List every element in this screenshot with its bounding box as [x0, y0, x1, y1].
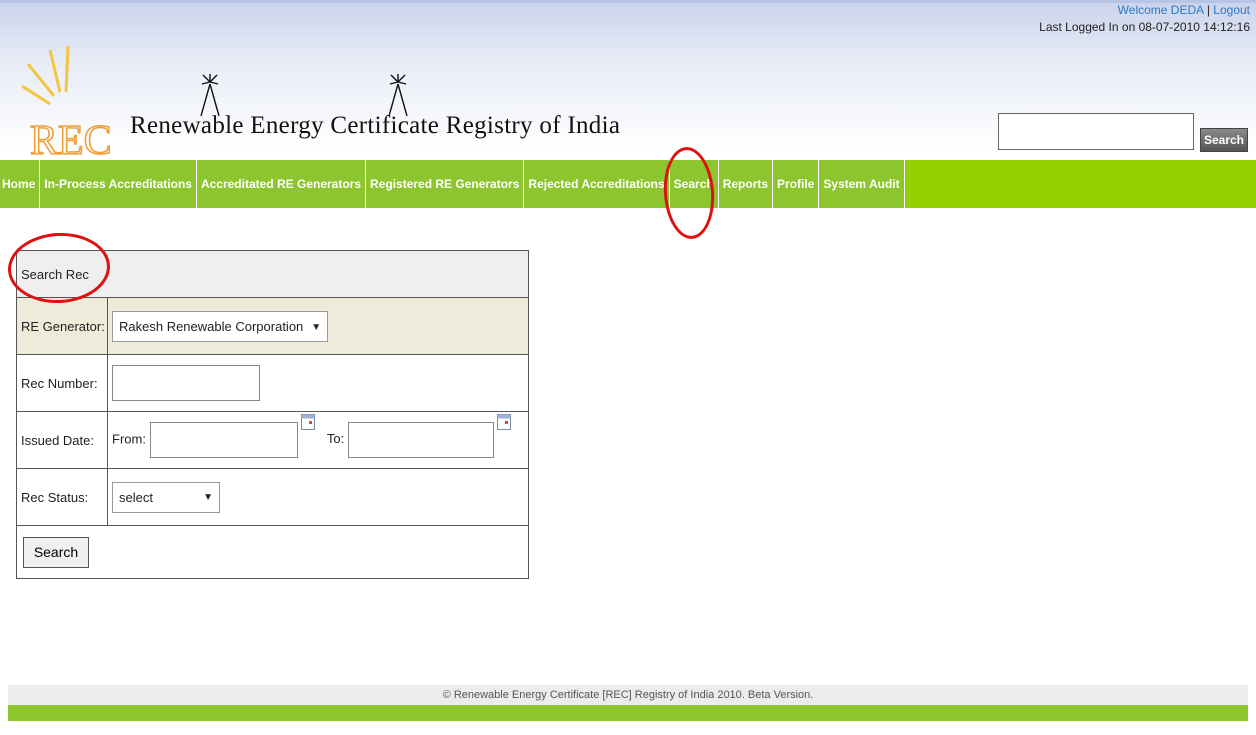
rec-number-label: Rec Number: — [16, 354, 108, 412]
form-title: Search Rec — [16, 250, 529, 298]
user-info: Welcome DEDA | Logout Last Logged In on … — [1039, 2, 1250, 36]
nav-item-profile[interactable]: Profile — [773, 160, 820, 208]
nav-item-accreditated-re-generators[interactable]: Accreditated RE Generators — [197, 160, 367, 208]
nav-item-rejected-accreditations[interactable]: Rejected Accreditations — [524, 160, 670, 208]
site-title: Renewable Energy Certificate Registry of… — [130, 112, 621, 139]
search-rec-form: Search Rec RE Generator: Rakesh Renewabl… — [16, 250, 529, 579]
calendar-icon[interactable] — [497, 414, 512, 430]
search-button[interactable]: Search — [23, 536, 89, 568]
re-generator-label: RE Generator: — [16, 297, 108, 355]
re-generator-value: Rakesh Renewable Corporation — [119, 318, 304, 334]
svg-text:REC: REC — [30, 118, 112, 160]
rec-logo-icon: REC — [21, 45, 112, 160]
main-nav: Home In-Process Accreditations Accredita… — [0, 160, 1256, 208]
rec-status-select[interactable]: select ▼ — [112, 481, 220, 513]
separator: | — [1206, 3, 1210, 17]
nav-item-in-process-accreditations[interactable]: In-Process Accreditations — [40, 160, 197, 208]
nav-item-search[interactable]: Search — [670, 160, 719, 208]
dropdown-arrow-icon: ▼ — [311, 321, 322, 333]
rec-status-label: Rec Status: — [16, 468, 108, 526]
footer-bar — [8, 705, 1248, 721]
rec-status-value: select — [119, 489, 153, 505]
dropdown-arrow-icon: ▼ — [203, 491, 213, 503]
nav-item-home[interactable]: Home — [0, 160, 41, 208]
header-search-button[interactable]: Search — [1200, 128, 1248, 152]
wind-tower-icon — [200, 74, 220, 116]
wind-tower-icon — [388, 74, 408, 116]
nav-item-registered-re-generators[interactable]: Registered RE Generators — [366, 160, 525, 208]
rec-number-input[interactable] — [112, 365, 260, 401]
re-generator-select[interactable]: Rakesh Renewable Corporation ▼ — [112, 310, 329, 342]
from-date-input[interactable] — [149, 422, 298, 458]
from-label: From: — [112, 431, 146, 447]
last-logged-text: Last Logged In on 08-07-2010 14:12:16 — [1039, 20, 1250, 34]
to-date-input[interactable] — [347, 422, 494, 458]
welcome-link[interactable]: Welcome DEDA — [1118, 3, 1204, 17]
nav-fill — [906, 160, 1256, 208]
calendar-icon[interactable] — [301, 414, 316, 430]
issued-date-label: Issued Date: — [16, 411, 108, 469]
header-search-input[interactable] — [998, 113, 1194, 150]
nav-item-reports[interactable]: Reports — [719, 160, 774, 208]
logout-link[interactable]: Logout — [1213, 3, 1250, 17]
page-header: REC Renewable Energy Certificate Registr… — [0, 0, 1256, 160]
footer: © Renewable Energy Certificate [REC] Reg… — [8, 685, 1248, 705]
to-label: To: — [326, 431, 345, 447]
nav-item-system-audit[interactable]: System Audit — [819, 160, 905, 208]
